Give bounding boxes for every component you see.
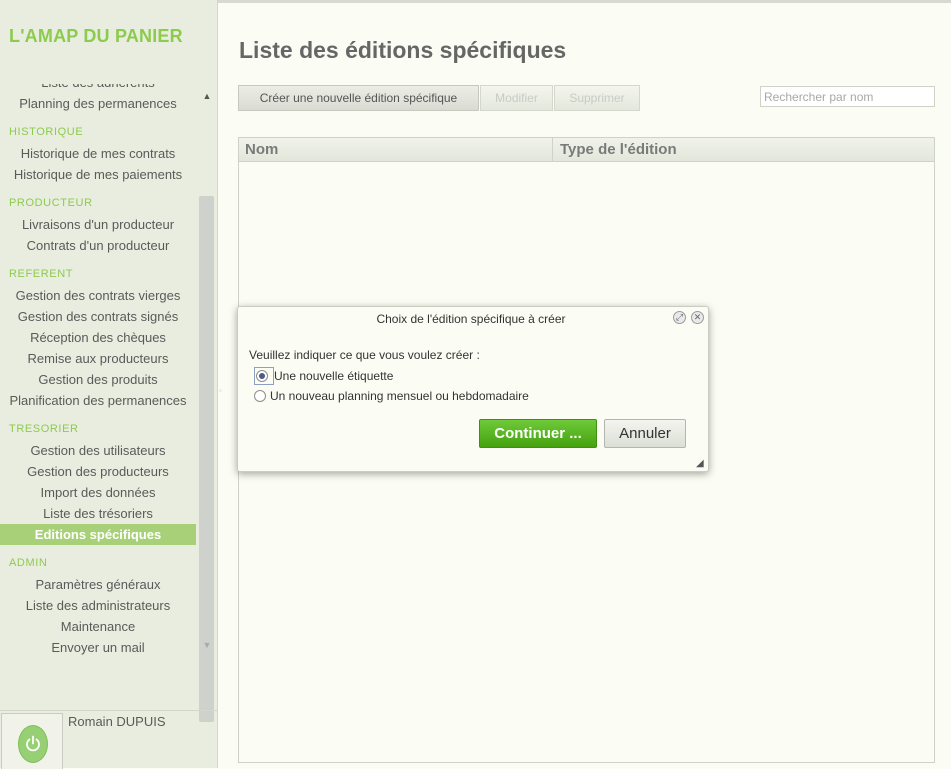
scroll-up-arrow-icon[interactable]: ▲ [201,90,213,102]
user-area: Romain DUPUIS [0,710,218,769]
sidebar-resize-handle[interactable]: ◦ [219,386,222,395]
sidebar-item[interactable]: Gestion des contrats signés [0,306,196,327]
sidebar-item[interactable]: Réception des chèques [0,327,196,348]
close-icon[interactable]: ✕ [691,311,704,324]
option-label: Une nouvelle étiquette [274,369,394,383]
sidebar-item[interactable]: Historique de mes contrats [0,143,196,164]
dialog-prompt: Veuillez indiquer ce que vous voulez cré… [249,348,480,362]
resize-grip-icon[interactable]: ◢ [696,458,704,469]
scroll-down-arrow-icon[interactable]: ▼ [201,639,213,651]
create-edition-button[interactable]: Créer une nouvelle édition spécifique [238,85,479,111]
option-label: Un nouveau planning mensuel ou hebdomada… [270,389,529,403]
sidebar-item[interactable]: Remise aux producteurs [0,348,196,369]
sidebar-item[interactable]: Envoyer un mail [0,637,196,656]
app-title: L'AMAP DU PANIER [9,26,183,46]
logout-box[interactable] [1,713,63,769]
sidebar-item[interactable]: Planification des permanences [0,390,196,411]
sidebar-item[interactable]: Livraisons d'un producteur [0,214,196,235]
sidebar-menu-viewport: Liste des adhérents Planning des permane… [0,84,200,656]
cancel-button[interactable]: Annuler [604,419,686,448]
sidebar-item[interactable]: Contrats d'un producteur [0,235,196,256]
sidebar-item[interactable]: Planning des permanences [0,93,196,114]
column-divider[interactable] [552,138,553,161]
sidebar-item[interactable]: Import des données [0,482,196,503]
column-header-type[interactable]: Type de l'édition [560,138,677,161]
sidebar-section-referent: REFERENT [9,268,74,280]
search-input[interactable] [760,86,935,107]
sidebar: L'AMAP DU PANIER Liste des adhérents Pla… [0,0,218,769]
sidebar-section-admin: ADMIN [9,557,48,569]
modify-button[interactable]: Modifier [480,85,553,111]
maximize-icon[interactable]: ⤢ [673,311,686,324]
sidebar-item[interactable]: Gestion des produits [0,369,196,390]
continue-button[interactable]: Continuer ... [479,419,597,448]
radio-focus-ring [254,367,274,385]
sidebar-section-tresorier: TRESORIER [9,423,79,435]
delete-button[interactable]: Supprimer [554,85,640,111]
sidebar-item[interactable]: Maintenance [0,616,196,637]
sidebar-item[interactable]: Paramètres généraux [0,574,196,595]
table-header: Nom Type de l'édition [239,138,934,162]
user-name: Romain DUPUIS [68,714,166,729]
column-header-name[interactable]: Nom [245,138,278,161]
page-title: Liste des éditions spécifiques [239,37,567,63]
option-new-planning[interactable]: Un nouveau planning mensuel ou hebdomada… [254,388,529,404]
create-edition-dialog: Choix de l'édition spécifique à créer ⤢ … [237,306,709,472]
sidebar-scrollbar[interactable]: ▲ ▼ [198,84,216,722]
sidebar-section-producteur: PRODUCTEUR [9,197,93,209]
sidebar-item[interactable]: Historique de mes paiements [0,164,196,185]
sidebar-item[interactable]: Gestion des utilisateurs [0,440,196,461]
radio-button[interactable] [254,390,266,402]
sidebar-item[interactable]: Gestion des producteurs [0,461,196,482]
sidebar-menu: Liste des adhérents Planning des permane… [0,84,196,656]
option-new-label[interactable]: Une nouvelle étiquette [254,367,394,385]
radio-button-checked[interactable] [256,370,268,382]
sidebar-item[interactable]: Gestion des contrats vierges [0,285,196,306]
sidebar-section-historique: HISTORIQUE [9,126,84,138]
sidebar-item[interactable]: Liste des administrateurs [0,595,196,616]
sidebar-item-partial[interactable]: Liste des adhérents [0,84,196,93]
power-icon[interactable] [18,725,48,763]
sidebar-item[interactable]: Editions spécifiques [0,524,196,545]
dialog-title: Choix de l'édition spécifique à créer [376,312,566,326]
sidebar-item[interactable]: Liste des trésoriers [0,503,196,524]
